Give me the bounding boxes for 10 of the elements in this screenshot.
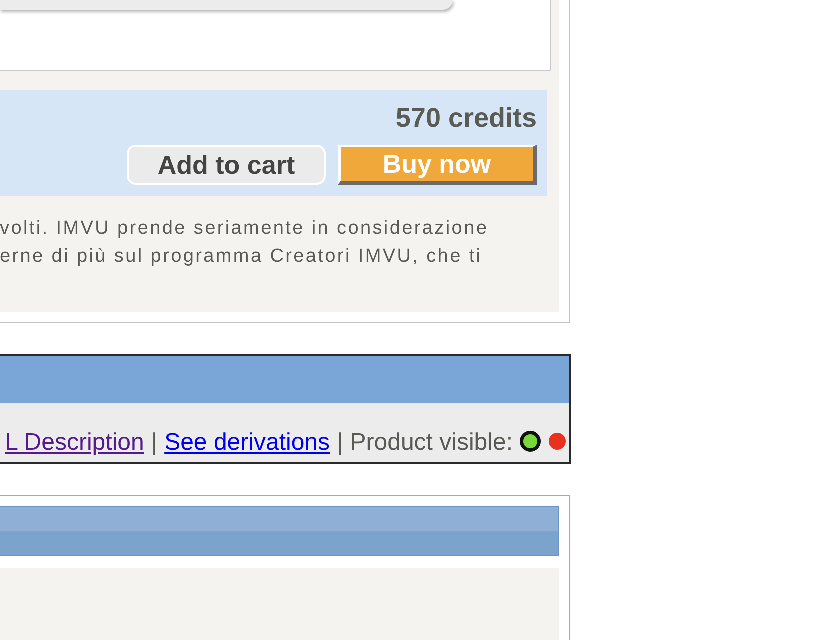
link-separator: | [337, 429, 344, 457]
link-separator: | [151, 429, 158, 457]
text-link[interactable]: See derivations [164, 429, 330, 457]
price-label: 570 credits [396, 102, 537, 134]
status-dot-icon[interactable] [520, 431, 541, 452]
status-dot-icon[interactable] [549, 433, 566, 450]
description-text: volti. IMVU prende seriamente in considerazione erne di più sul programma Creatori IMVU, che ti [0, 217, 490, 269]
visibility-label: Product visible: [350, 429, 513, 457]
text-link[interactable]: L Description [5, 429, 144, 457]
cart-button[interactable]: Add to cart [127, 145, 326, 185]
